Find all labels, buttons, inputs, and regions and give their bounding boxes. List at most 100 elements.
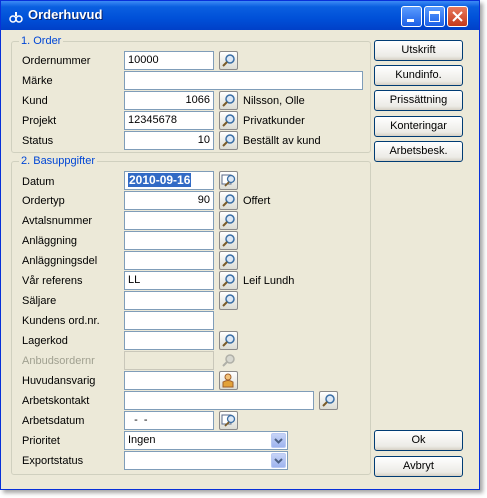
- magnifier-icon: [222, 334, 235, 347]
- label-avtalsnummer: Avtalsnummer: [22, 215, 93, 227]
- avtalsnummer-lookup-button[interactable]: [219, 211, 238, 230]
- exportstatus-dropdown-button[interactable]: [271, 453, 286, 468]
- var-referens-description: Leif Lundh: [243, 275, 295, 287]
- magnifier-icon: [222, 294, 235, 307]
- anlaggning-lookup-button[interactable]: [219, 231, 238, 250]
- lagerkod-field[interactable]: [124, 331, 214, 350]
- kundinfo-button[interactable]: Kundinfo.: [374, 65, 463, 86]
- label-ordertyp: Ordertyp: [22, 195, 65, 207]
- konteringar-button[interactable]: Konteringar: [374, 116, 463, 137]
- prioritet-value: Ingen: [128, 434, 156, 446]
- person-icon: [222, 373, 234, 388]
- ok-button[interactable]: Ok: [374, 430, 463, 451]
- ordernummer-lookup-button[interactable]: [219, 51, 238, 70]
- avtalsnummer-field[interactable]: [124, 211, 214, 230]
- magnifier-icon: [322, 394, 335, 407]
- anlaggning-field[interactable]: [124, 231, 214, 250]
- anlaggningsdel-lookup-button[interactable]: [219, 251, 238, 270]
- window-title: Orderhuvud: [28, 7, 103, 22]
- label-ordernummer: Ordernummer: [22, 55, 91, 67]
- ordernummer-field[interactable]: 10000: [124, 51, 214, 70]
- label-prioritet: Prioritet: [22, 435, 60, 447]
- magnifier-icon: [222, 254, 235, 267]
- datum-calendar-button[interactable]: [219, 171, 238, 190]
- magnifier-icon: [222, 94, 235, 107]
- close-button[interactable]: [447, 6, 468, 27]
- label-anlaggning: Anläggning: [22, 235, 78, 247]
- datum-value: 2010-09-16: [128, 173, 192, 187]
- maximize-button[interactable]: [424, 6, 445, 27]
- label-anlaggningsdel: Anläggningsdel: [22, 255, 98, 267]
- label-saljare: Säljare: [22, 295, 57, 307]
- projekt-field[interactable]: 12345678: [124, 111, 214, 130]
- exportstatus-select[interactable]: [124, 451, 288, 470]
- minimize-button[interactable]: [401, 6, 422, 27]
- avbryt-button[interactable]: Avbryt: [374, 456, 463, 477]
- magnifier-icon: [222, 134, 235, 147]
- status-field[interactable]: 10: [124, 131, 214, 150]
- datum-field[interactable]: 2010-09-16: [124, 171, 214, 190]
- chevron-down-icon: [274, 458, 283, 464]
- magnifier-icon: [222, 234, 235, 247]
- label-huvudansvarig: Huvudansvarig: [22, 375, 96, 387]
- kundens-ordnr-field[interactable]: [124, 311, 214, 330]
- magnifier-icon: [222, 354, 235, 367]
- anlaggningsdel-field[interactable]: [124, 251, 214, 270]
- label-var-referens: Vår referens: [22, 275, 83, 287]
- var-referens-field[interactable]: LL: [124, 271, 214, 290]
- magnifier-icon: [222, 274, 235, 287]
- label-arbetskontakt: Arbetskontakt: [22, 395, 90, 407]
- saljare-lookup-button[interactable]: [219, 291, 238, 310]
- label-marke: Märke: [22, 75, 53, 87]
- close-icon: [452, 11, 463, 22]
- arbetsbesk-button[interactable]: Arbetsbesk.: [374, 141, 463, 162]
- status-description: Beställt av kund: [243, 135, 321, 147]
- calendar-magnifier-icon: [221, 174, 236, 187]
- projekt-lookup-button[interactable]: [219, 111, 238, 130]
- prissattning-button[interactable]: Prissättning: [374, 90, 463, 111]
- calendar-magnifier-icon: [221, 414, 236, 427]
- magnifier-icon: [222, 214, 235, 227]
- label-kundens-ordnr: Kundens ord.nr.: [22, 315, 100, 327]
- saljare-field[interactable]: [124, 291, 214, 310]
- kund-lookup-button[interactable]: [219, 91, 238, 110]
- order-header-window: Orderhuvud 1. Order Ordernummer 10000 Mä…: [0, 0, 480, 490]
- magnifier-icon: [222, 194, 235, 207]
- anbudsordernr-field: [124, 351, 214, 370]
- arbetsdatum-field[interactable]: - -: [124, 411, 214, 430]
- maximize-icon: [429, 11, 440, 22]
- huvudansvarig-field[interactable]: [124, 371, 214, 390]
- magnifier-icon: [222, 114, 235, 127]
- label-projekt: Projekt: [22, 115, 57, 127]
- kund-description: Nilsson, Olle: [243, 95, 305, 107]
- chevron-down-icon: [274, 438, 283, 444]
- anbudsordernr-lookup-button: [220, 352, 237, 369]
- arbetsdatum-calendar-button[interactable]: [219, 411, 238, 430]
- marke-field[interactable]: [124, 71, 363, 90]
- label-exportstatus: Exportstatus: [22, 455, 84, 467]
- prioritet-dropdown-button[interactable]: [271, 433, 286, 448]
- var-referens-lookup-button[interactable]: [219, 271, 238, 290]
- arbetskontakt-field[interactable]: [124, 391, 314, 410]
- utskrift-button[interactable]: Utskrift: [374, 40, 463, 61]
- label-lagerkod: Lagerkod: [22, 335, 68, 347]
- lagerkod-lookup-button[interactable]: [219, 331, 238, 350]
- status-lookup-button[interactable]: [219, 131, 238, 150]
- ordertyp-lookup-button[interactable]: [219, 191, 238, 210]
- projekt-description: Privatkunder: [243, 115, 305, 127]
- title-bar[interactable]: Orderhuvud: [1, 1, 479, 30]
- prioritet-select[interactable]: Ingen: [124, 431, 288, 450]
- app-icon: [9, 12, 23, 23]
- huvudansvarig-lookup-button[interactable]: [219, 371, 238, 390]
- kund-field[interactable]: 1066: [124, 91, 214, 110]
- label-kund: Kund: [22, 95, 48, 107]
- basic-info-group-legend: 2. Basuppgifter: [19, 155, 97, 167]
- ordertyp-field[interactable]: 90: [124, 191, 214, 210]
- label-arbetsdatum: Arbetsdatum: [22, 415, 85, 427]
- minimize-icon: [407, 19, 414, 22]
- ordertyp-description: Offert: [243, 195, 271, 207]
- arbetskontakt-lookup-button[interactable]: [319, 391, 338, 410]
- label-datum: Datum: [22, 176, 55, 188]
- magnifier-icon: [222, 54, 235, 67]
- label-anbudsordernr: Anbudsordernr: [22, 355, 95, 367]
